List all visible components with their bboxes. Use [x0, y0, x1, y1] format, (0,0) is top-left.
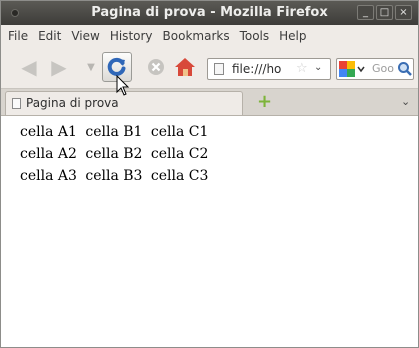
tab-label: Pagina di prova: [26, 96, 119, 110]
search-engine-icon[interactable]: [339, 61, 365, 77]
stop-icon: [148, 59, 164, 75]
menu-help[interactable]: Help: [279, 29, 306, 43]
history-dropdown-button[interactable]: ▼: [79, 55, 103, 79]
home-button[interactable]: [173, 55, 197, 79]
new-tab-button[interactable]: +: [257, 93, 272, 111]
table-cell: cella A3: [20, 168, 77, 184]
forward-button[interactable]: ▶: [47, 55, 71, 79]
menu-edit[interactable]: Edit: [38, 29, 61, 43]
magnifier-icon[interactable]: [397, 61, 413, 77]
menu-view[interactable]: View: [71, 29, 99, 43]
table-row: cella A3 cella B3 cella C3: [20, 168, 208, 184]
search-input[interactable]: Goo: [372, 62, 394, 75]
home-icon: [175, 58, 195, 76]
table-cell: cella B1: [85, 124, 143, 140]
url-bar[interactable]: file:///ho ☆ ⌄: [207, 58, 331, 80]
table-row: cella A1 cella B1 cella C1: [20, 124, 208, 140]
menu-bar: File Edit View History Bookmarks Tools H…: [1, 25, 418, 46]
table-cell: cella A2: [20, 146, 77, 162]
mouse-cursor-icon: [116, 75, 130, 96]
close-button[interactable]: ×: [395, 5, 412, 20]
search-bar[interactable]: Goo: [336, 58, 414, 80]
page-icon: [214, 63, 224, 75]
navigation-toolbar: ◀ ▶ ▼ file:///ho ☆ ⌄ Goo: [1, 46, 418, 89]
table-cell: cella C2: [150, 146, 209, 162]
url-text[interactable]: file:///ho: [232, 62, 281, 76]
menu-history[interactable]: History: [110, 29, 153, 43]
table-cell: cella B2: [85, 146, 143, 162]
menu-tools[interactable]: Tools: [240, 29, 270, 43]
window-title: Pagina di prova - Mozilla Firefox: [91, 5, 328, 20]
menu-bookmarks[interactable]: Bookmarks: [163, 29, 230, 43]
table-cell: cella C1: [150, 124, 209, 140]
back-button[interactable]: ◀: [17, 55, 41, 79]
minimize-button[interactable]: _: [357, 5, 374, 20]
tab-list-dropdown-icon[interactable]: ⌄: [401, 95, 410, 108]
forward-arrow-icon: ▶: [51, 55, 67, 79]
firefox-window: Pagina di prova - Mozilla Firefox _ □ × …: [0, 0, 419, 348]
maximize-button[interactable]: □: [376, 5, 393, 20]
table-cell: cella B3: [85, 168, 143, 184]
url-dropdown-icon[interactable]: ⌄: [314, 62, 322, 73]
title-bar[interactable]: Pagina di prova - Mozilla Firefox _ □ ×: [1, 1, 418, 25]
star-icon[interactable]: ☆: [296, 61, 308, 76]
chevron-down-icon: ▼: [87, 61, 95, 73]
menu-file[interactable]: File: [8, 29, 28, 43]
table-cell: cella A1: [20, 124, 77, 140]
stop-button[interactable]: [144, 55, 168, 79]
table-row: cella A2 cella B2 cella C2: [20, 146, 208, 162]
page-icon: [12, 98, 21, 109]
page-content: cella A1 cella B1 cella C1 cella A2 cell…: [1, 116, 418, 347]
back-arrow-icon: ◀: [21, 55, 37, 79]
tab-bar: Pagina di prova + ⌄: [1, 89, 418, 116]
table-cell: cella C3: [150, 168, 209, 184]
